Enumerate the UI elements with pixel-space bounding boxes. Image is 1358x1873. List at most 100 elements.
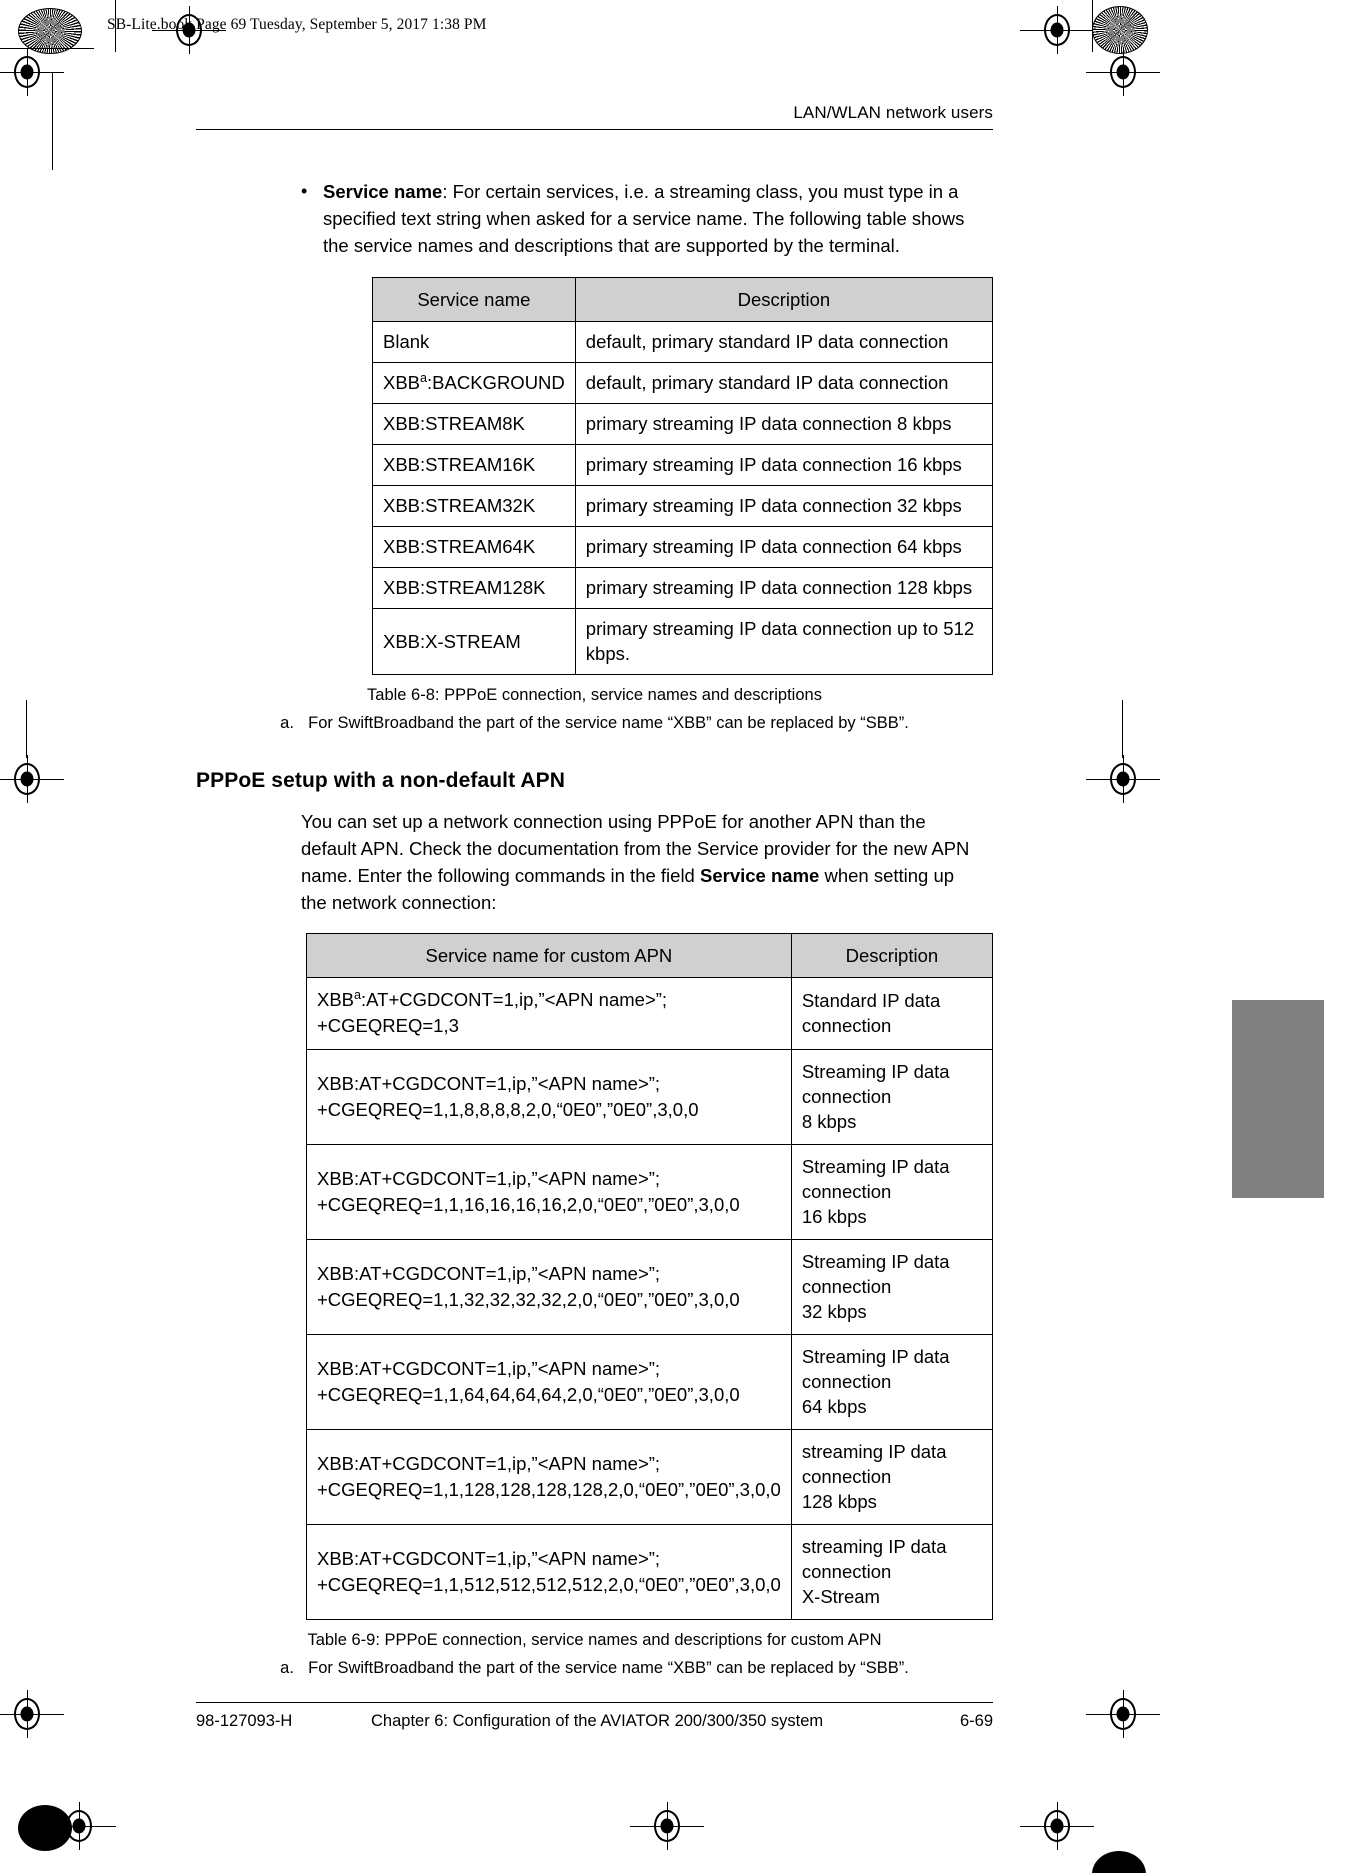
table-6-8-col-service-name: Service name <box>372 277 576 322</box>
footer-rule <box>196 1702 993 1703</box>
table-row: XBBa:BACKGROUND default, primary standar… <box>372 362 994 404</box>
starburst-mark-top-right <box>1092 6 1148 54</box>
command-line-2: +CGEQREQ=1,1,32,32,32,32,2,0,“0E0”,”0E0”… <box>317 1288 740 1310</box>
bullet-dot-icon: • <box>301 181 308 201</box>
thumb-tab-marker <box>1232 1000 1324 1198</box>
command-line-1: :AT+CGDCONT=1,ip,”<APN name>”; <box>354 1452 661 1474</box>
command-line-1: :AT+CGDCONT=1,ip,”<APN name>”; <box>354 1262 661 1284</box>
command-prefix: XBB <box>317 1072 355 1094</box>
service-name-tail: :BACKGROUND <box>427 372 565 393</box>
command-line-1: :AT+CGDCONT=1,ip,”<APN name>”; <box>354 1357 661 1379</box>
command-prefix: XBB <box>317 1167 355 1189</box>
footnote-text: For SwiftBroadband the part of the servi… <box>308 714 909 732</box>
table-cell-service-name: XBB:STREAM64K <box>372 526 576 568</box>
registration-crosshair-left-middle <box>0 755 64 803</box>
table-cell-command: XBB:AT+CGDCONT=1,ip,”<APN name>”; +CGEQRE… <box>306 1429 792 1525</box>
table-cell-command: XBB:AT+CGDCONT=1,ip,”<APN name>”; +CGEQRE… <box>306 1524 792 1620</box>
trim-line-left-middle-vertical <box>26 700 27 758</box>
table-cell-service-name: XBBa:BACKGROUND <box>372 362 576 404</box>
table-6-9-wrapper: Service name for custom APN Description … <box>306 933 994 1620</box>
command-prefix: XBB <box>317 1357 355 1379</box>
table-cell-description: primary streaming IP data connection 128… <box>574 567 994 609</box>
table-row: XBB:AT+CGDCONT=1,ip,”<APN name>”; +CGEQRE… <box>306 1524 994 1620</box>
description-line-1: Streaming IP data connection <box>801 1251 950 1297</box>
command-line-2: +CGEQREQ=1,3 <box>317 1015 459 1036</box>
table-6-9-footnote: a. For SwiftBroadband the part of the se… <box>196 1659 993 1678</box>
table-6-9-caption: Table 6-9: PPPoE connection, service nam… <box>307 1631 882 1649</box>
description-line-1: streaming IP data connection <box>801 1536 947 1582</box>
table-6-8-wrapper: Service name Description Blank default, … <box>372 277 994 675</box>
command-prefix: XBB <box>317 1262 355 1284</box>
table-cell-description: primary streaming IP data connection 64 … <box>574 526 994 568</box>
solid-dot-mark-bottom-right <box>1092 1851 1146 1873</box>
table-row: XBB:AT+CGDCONT=1,ip,”<APN name>”; +CGEQRE… <box>306 1334 994 1430</box>
description-line-1: Standard IP data connection <box>801 990 941 1036</box>
content-column: LAN/WLAN network users • Service name: F… <box>196 0 994 1678</box>
table-cell-description: default, primary standard IP data connec… <box>574 321 994 363</box>
bullet-item-text: Service name: For certain services, i.e.… <box>323 178 981 259</box>
table-6-8-header-row: Service name Description <box>372 277 994 322</box>
service-name-prefix: XBB <box>383 372 421 393</box>
table-6-8: Service name Description Blank default, … <box>372 277 994 675</box>
header-rule <box>196 129 993 130</box>
command-prefix: XBB <box>317 1452 355 1474</box>
running-head: LAN/WLAN network users <box>793 103 993 122</box>
table-row: XBBa:AT+CGDCONT=1,ip,”<APN name>”; +CGEQR… <box>306 977 994 1050</box>
table-row: XBB:AT+CGDCONT=1,ip,”<APN name>”; +CGEQRE… <box>306 1239 994 1335</box>
description-line-2: 32 kbps <box>801 1301 867 1322</box>
command-line-1: :AT+CGDCONT=1,ip,”<APN name>”; <box>354 1167 661 1189</box>
description-line-1: Streaming IP data connection <box>801 1346 950 1392</box>
command-line-2: +CGEQREQ=1,1,512,512,512,512,2,0,“0E0”,”… <box>317 1573 781 1595</box>
table-cell-command: XBB:AT+CGDCONT=1,ip,”<APN name>”; +CGEQRE… <box>306 1334 792 1430</box>
command-line-2: +CGEQREQ=1,1,8,8,8,8,2,0,“0E0”,”0E0”,3,0… <box>317 1098 699 1120</box>
table-row: XBB:AT+CGDCONT=1,ip,”<APN name>”; +CGEQRE… <box>306 1049 994 1145</box>
table-cell-description: Streaming IP data connection 32 kbps <box>790 1239 994 1335</box>
table-cell-description: primary streaming IP data connection 32 … <box>574 485 994 527</box>
footnote-text: For SwiftBroadband the part of the servi… <box>308 1659 909 1677</box>
table-cell-description: default, primary standard IP data connec… <box>574 362 994 404</box>
table-row: XBB:STREAM8K primary streaming IP data c… <box>372 403 994 445</box>
description-line-2: 16 kbps <box>801 1206 867 1227</box>
table-6-9: Service name for custom APN Description … <box>306 933 994 1620</box>
section-heading: PPPoE setup with a non-default APN <box>196 769 565 792</box>
table-cell-command: XBB:AT+CGDCONT=1,ip,”<APN name>”; +CGEQRE… <box>306 1049 792 1145</box>
table-cell-description: Streaming IP data connection 16 kbps <box>790 1144 994 1240</box>
footer-page-number: 6-69 <box>959 1712 993 1730</box>
footer-document-number: 98-127093-H <box>196 1712 293 1730</box>
command-line-1: :AT+CGDCONT=1,ip,”<APN name>”; <box>354 1072 661 1094</box>
section-paragraph-bold: Service name <box>700 865 820 886</box>
table-cell-command: XBB:AT+CGDCONT=1,ip,”<APN name>”; +CGEQRE… <box>306 1239 792 1335</box>
trim-line-right-middle-vertical <box>1122 700 1123 758</box>
command-line-1: :AT+CGDCONT=1,ip,”<APN name>”; <box>354 1547 661 1569</box>
bullet-item-label: Service name <box>323 181 443 202</box>
footnote-marker: a. <box>280 714 294 732</box>
table-cell-description: streaming IP data connection X-Stream <box>790 1524 994 1620</box>
command-prefix: XBB <box>317 1547 355 1569</box>
description-line-1: streaming IP data connection <box>801 1441 947 1487</box>
table-cell-service-name: XBB:STREAM16K <box>372 444 576 486</box>
command-line-1: :AT+CGDCONT=1,ip,”<APN name>”; <box>361 989 668 1010</box>
registration-crosshair-left-upper <box>0 48 64 96</box>
table-cell-command: XBB:AT+CGDCONT=1,ip,”<APN name>”; +CGEQRE… <box>306 1144 792 1240</box>
registration-crosshair-top-right <box>1020 6 1094 54</box>
trim-line-left-upper-vertical <box>52 72 53 170</box>
table-row: XBB:AT+CGDCONT=1,ip,”<APN name>”; +CGEQRE… <box>306 1144 994 1240</box>
section-paragraph: You can set up a network connection usin… <box>301 808 984 916</box>
table-cell-service-name: Blank <box>372 321 576 363</box>
table-row: XBB:X-STREAM primary streaming IP data c… <box>372 608 994 675</box>
registration-crosshair-right-middle <box>1086 755 1160 803</box>
table-6-8-col-description: Description <box>574 277 994 322</box>
description-line-2: 128 kbps <box>801 1491 877 1512</box>
registration-crosshair-right-lower <box>1086 1690 1160 1738</box>
document-page: SB-Lite.book Page 69 Tuesday, September … <box>0 0 1358 1873</box>
registration-crosshair-bottom-left <box>42 1802 116 1850</box>
table-row: XBB:STREAM32K primary streaming IP data … <box>372 485 994 527</box>
command-line-2: +CGEQREQ=1,1,128,128,128,128,2,0,“0E0”,”… <box>317 1478 781 1500</box>
trim-line-left-upper-horizontal <box>0 48 94 49</box>
table-row: Blank default, primary standard IP data … <box>372 321 994 363</box>
table-row: XBB:AT+CGDCONT=1,ip,”<APN name>”; +CGEQRE… <box>306 1429 994 1525</box>
registration-crosshair-bottom-right <box>1020 1802 1094 1850</box>
table-cell-description: Streaming IP data connection 8 kbps <box>790 1049 994 1145</box>
table-row: XBB:STREAM16K primary streaming IP data … <box>372 444 994 486</box>
table-6-9-col-description: Description <box>790 933 994 978</box>
